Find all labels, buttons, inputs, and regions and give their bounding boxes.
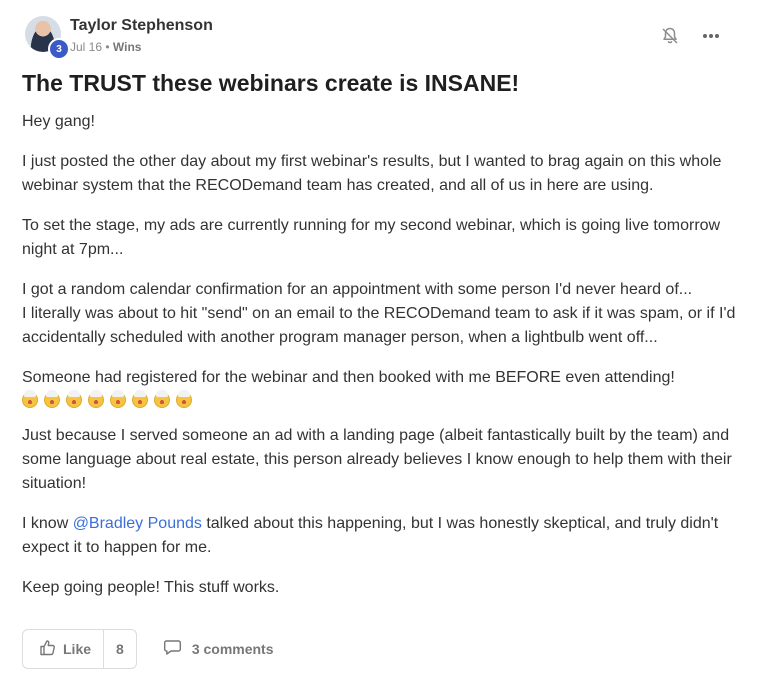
paragraph-stage: To set the stage, my ads are currently r…: [22, 217, 721, 258]
post-meta: Jul 16 • Wins: [70, 40, 141, 54]
more-icon[interactable]: [700, 26, 722, 46]
emoji-row: [22, 390, 742, 408]
paragraph-greeting: Hey gang!: [22, 113, 95, 130]
like-button[interactable]: Like: [23, 630, 103, 668]
post-actions: Like 8 3 comments: [22, 629, 274, 669]
exploding-head-emoji: [132, 390, 148, 408]
exploding-head-emoji: [154, 390, 170, 408]
post-date: Jul 16: [70, 40, 103, 54]
exploding-head-emoji: [44, 390, 60, 408]
paragraph-landing: Just because I served someone an ad with…: [22, 427, 732, 492]
like-label: Like: [63, 641, 92, 657]
mention-before: I know: [22, 515, 73, 532]
like-group: Like 8: [22, 629, 137, 669]
comments-button[interactable]: 3 comments: [163, 639, 274, 659]
registered-text: Someone had registered for the webinar a…: [22, 369, 675, 386]
exploding-head-emoji: [110, 390, 126, 408]
post-category[interactable]: Wins: [113, 40, 142, 54]
paragraph-closing: Keep going people! This stuff works.: [22, 579, 280, 596]
thumbs-up-icon: [39, 639, 56, 659]
bell-off-icon[interactable]: [660, 26, 680, 46]
paragraph-calendar: I got a random calendar confirmation for…: [22, 281, 736, 346]
like-count[interactable]: 8: [103, 630, 136, 668]
post-header: 3 Taylor Stephenson Jul 16 • Wins: [22, 14, 742, 60]
author-name[interactable]: Taylor Stephenson: [70, 17, 213, 35]
comment-icon: [163, 639, 182, 659]
meta-separator: •: [105, 40, 110, 54]
level-badge: 3: [48, 38, 70, 60]
exploding-head-emoji: [66, 390, 82, 408]
post-body: Hey gang! I just posted the other day ab…: [22, 110, 742, 616]
comments-label: 3 comments: [191, 641, 274, 657]
paragraph-mention: I know @Bradley Pounds talked about this…: [22, 512, 742, 560]
paragraph-intro: I just posted the other day about my fir…: [22, 153, 722, 194]
paragraph-registered: Someone had registered for the webinar a…: [22, 366, 742, 408]
exploding-head-emoji: [88, 390, 104, 408]
user-mention-link[interactable]: @Bradley Pounds: [73, 515, 202, 532]
post-title[interactable]: The TRUST these webinars create is INSAN…: [22, 70, 519, 97]
exploding-head-emoji: [176, 390, 192, 408]
exploding-head-emoji: [22, 390, 38, 408]
